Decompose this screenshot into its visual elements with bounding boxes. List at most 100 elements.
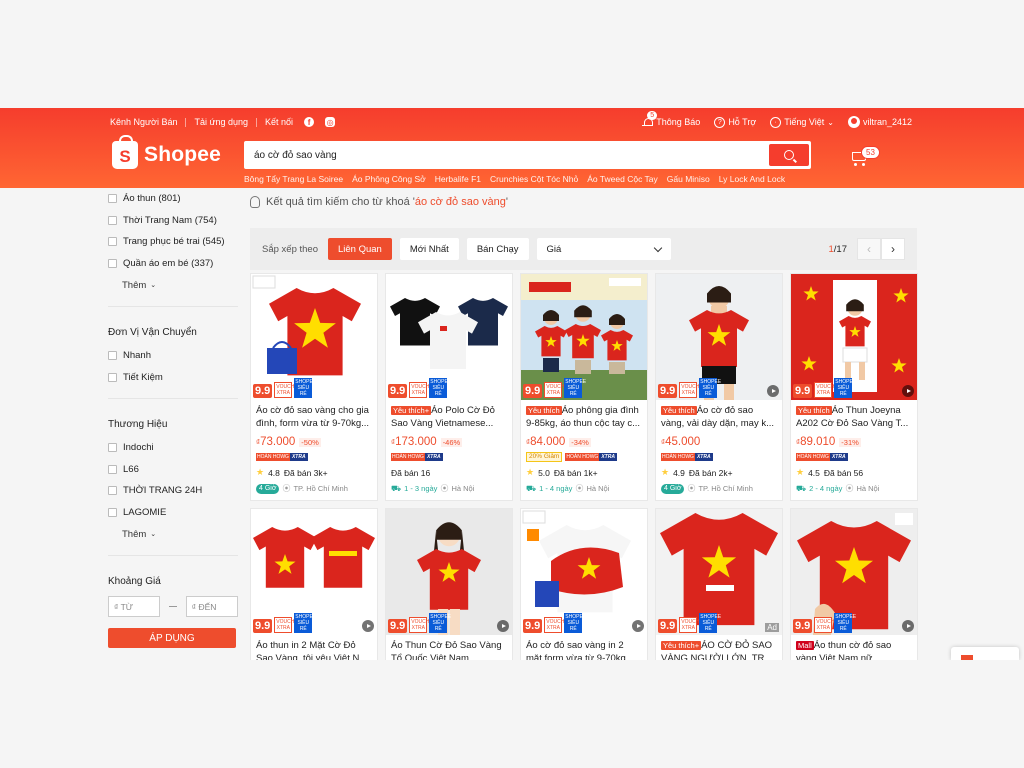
- product-image[interactable]: 9.9 VOUCHER XTRA SHOPEE SIÊU RẺ: [521, 509, 647, 635]
- lightbulb-icon: [250, 196, 260, 208]
- suggestion-link[interactable]: Herbalife F1: [435, 174, 481, 184]
- chat-button[interactable]: [951, 647, 1019, 660]
- support-link[interactable]: ? Hỗ Trợ: [714, 116, 756, 128]
- product-price: ₫84.000: [526, 436, 566, 448]
- location-pin-icon: ⦿: [687, 484, 696, 493]
- checkbox[interactable]: [108, 372, 117, 382]
- sort-bar: Sắp xếp theo Liên Quan Mới Nhất Bán Chạy…: [250, 228, 917, 270]
- sold-count: Đã bán 56: [823, 467, 864, 478]
- sort-relevance-button[interactable]: Liên Quan: [328, 238, 392, 260]
- divider: [108, 555, 238, 556]
- category-filter[interactable]: Trang phục bé trai (545): [108, 231, 238, 253]
- suggestion-link[interactable]: Gấu Miniso: [667, 174, 710, 184]
- product-image[interactable]: 9.9 VOUCHER XTRA SHOPEE SIÊU RẺ: [251, 509, 377, 635]
- product-title[interactable]: Yêu thích Áo phông gia đình 9-85kg, áo th…: [521, 400, 647, 434]
- product-image[interactable]: 9.9 VOUCHER XTRA SHOPEE SIÊU RẺ: [791, 274, 917, 400]
- price-row: ₫89.010 -31%: [791, 434, 917, 450]
- sort-bestselling-button[interactable]: Bán Chạy: [466, 238, 529, 260]
- product-image[interactable]: 9.9 VOUCHER XTRA SHOPEE SIÊU RẺ: [521, 274, 647, 400]
- play-icon[interactable]: [497, 620, 509, 632]
- price-min-input[interactable]: ₫ TỪ: [108, 596, 161, 617]
- checkbox[interactable]: [108, 194, 117, 204]
- play-icon[interactable]: [767, 385, 779, 397]
- price-range-heading: Khoảng Giá: [108, 575, 161, 587]
- location-row: 4 Giờ ⦿ TP. Hồ Chí Minh: [656, 481, 782, 496]
- category-filter[interactable]: Áo thun (801): [108, 188, 238, 210]
- product-card[interactable]: 9.9 VOUCHER XTRA SHOPEE SIÊU RẺ Yêu thích Áo …: [790, 273, 918, 501]
- suggestion-link[interactable]: Ly Lock And Lock: [719, 174, 785, 184]
- logo-text: Shopee: [144, 143, 222, 166]
- filter-label: Thời Trang Nam (754): [123, 214, 217, 226]
- user-menu[interactable]: viltran_2412: [847, 116, 912, 128]
- checkbox[interactable]: [108, 464, 117, 474]
- product-image[interactable]: 9.9 VOUCHER XTRA SHOPEE SIÊU RẺ Ad: [656, 509, 782, 635]
- checkbox[interactable]: [108, 215, 117, 225]
- brand-filter[interactable]: LAGOMIE: [108, 502, 238, 524]
- product-image[interactable]: 9.9 VOUCHER XTRA SHOPEE SIÊU RẺ: [251, 274, 377, 400]
- suggestion-link[interactable]: Crunchies Cột Tóc Nhỏ: [490, 174, 578, 184]
- suggestion-link[interactable]: Bông Tẩy Trang La Soiree: [244, 174, 343, 184]
- category-filter[interactable]: Thời Trang Nam (754): [108, 210, 238, 232]
- shipping-filter[interactable]: Tiết Kiệm: [108, 367, 238, 389]
- product-image[interactable]: 9.9 VOUCHER XTRA SHOPEE SIÊU RẺ: [386, 274, 512, 400]
- product-price: ₫45.000: [661, 436, 701, 448]
- result-prefix: Kết quả tìm kiếm cho từ khoá ': [266, 196, 415, 208]
- play-icon[interactable]: [632, 620, 644, 632]
- sale-99-badge: 9.9 VOUCHER XTRA SHOPEE SIÊU RẺ: [793, 378, 857, 398]
- facebook-icon[interactable]: f: [304, 117, 315, 127]
- checkbox[interactable]: [108, 443, 117, 453]
- product-card[interactable]: 9.9 VOUCHER XTRA SHOPEE SIÊU RẺ Yêu thích Áo …: [520, 273, 648, 501]
- product-title[interactable]: Yêu thích Áo cờ đỏ sao vàng, vải dày dặn,…: [656, 400, 782, 434]
- price-sort-select[interactable]: Giá: [536, 238, 671, 260]
- sort-newest-button[interactable]: Mới Nhất: [399, 238, 459, 260]
- brand-filter[interactable]: Indochi: [108, 437, 238, 459]
- seller-channel-link[interactable]: Kênh Người Bán: [110, 117, 177, 127]
- promo-badges: HOÀN HOWG XTRA: [251, 450, 377, 464]
- location: TP. Hồ Chí Minh: [293, 484, 348, 493]
- notifications-link[interactable]: 5 Thông Báo: [642, 110, 700, 128]
- more-label: Thêm: [122, 528, 147, 540]
- product-card[interactable]: 9.9 VOUCHER XTRA SHOPEE SIÊU RẺ Yêu thích+ Áo…: [385, 273, 513, 501]
- download-app-link[interactable]: Tải ứng dụng: [194, 117, 248, 127]
- product-card[interactable]: 9.9 VOUCHER XTRA SHOPEE SIÊU RẺ Áo cờ đỏ sao…: [250, 273, 378, 501]
- xtra-badge: HOÀN HOWG XTRA: [796, 453, 848, 461]
- star-icon: ★: [256, 467, 265, 477]
- product-title[interactable]: Yêu thích+ Áo Polo Cờ Đỏ Sao Vàng Vietnam…: [386, 400, 512, 434]
- product-title[interactable]: Áo cờ đỏ sao vàng cho gia đình, form vừa…: [251, 400, 377, 434]
- filter-label: Indochi: [123, 442, 154, 454]
- more-categories-button[interactable]: Thêm ⌄: [122, 274, 238, 296]
- checkbox[interactable]: [108, 507, 117, 517]
- play-icon[interactable]: [902, 620, 914, 632]
- language-selector[interactable]: · Tiếng Việt ⌄: [770, 116, 834, 128]
- delivery-time: 1 - 3 ngày: [404, 484, 438, 493]
- checkbox[interactable]: [108, 486, 117, 496]
- suggestion-link[interactable]: Áo Phông Công Sở: [352, 174, 426, 184]
- checkbox[interactable]: [108, 258, 117, 268]
- product-card[interactable]: 9.9 VOUCHER XTRA SHOPEE SIÊU RẺ Yêu thích Áo …: [655, 273, 783, 501]
- product-title[interactable]: Yêu thích Áo Thun Joeyna A202 Cờ Đỏ Sao V…: [791, 400, 917, 434]
- play-icon[interactable]: [902, 385, 914, 397]
- suggestion-link[interactable]: Áo Tweed Cộc Tay: [587, 174, 658, 184]
- shipping-filter[interactable]: Nhanh: [108, 345, 238, 367]
- product-image[interactable]: 9.9 VOUCHER XTRA SHOPEE SIÊU RẺ: [386, 509, 512, 635]
- price-max-input[interactable]: ₫ ĐẾN: [185, 596, 238, 617]
- category-filter[interactable]: Quần áo em bé (337): [108, 253, 238, 275]
- prev-page-button[interactable]: ‹: [857, 238, 881, 260]
- search-input[interactable]: [246, 149, 769, 161]
- instagram-icon[interactable]: ◎: [325, 117, 336, 127]
- brand-filter[interactable]: THỜI TRANG 24H: [108, 480, 238, 502]
- ad-tag: Ad: [765, 623, 779, 632]
- more-brands-button[interactable]: Thêm ⌄: [122, 523, 238, 545]
- shopee-logo[interactable]: S Shopee: [112, 135, 222, 169]
- search-button[interactable]: [769, 144, 809, 166]
- checkbox[interactable]: [108, 237, 117, 247]
- play-icon[interactable]: [362, 620, 374, 632]
- fast-delivery-badge: 4 Giờ: [661, 483, 685, 494]
- brand-filter[interactable]: L66: [108, 459, 238, 481]
- product-image[interactable]: 9.9 VOUCHER XTRA SHOPEE SIÊU RẺ: [656, 274, 782, 400]
- chevron-down-icon: [653, 243, 662, 252]
- apply-button[interactable]: ÁP DỤNG: [108, 628, 236, 648]
- checkbox[interactable]: [108, 351, 117, 361]
- product-image[interactable]: 9.9 VOUCHER XTRA SHOPEE SIÊU RẺ: [791, 509, 917, 635]
- next-page-button[interactable]: ›: [881, 238, 905, 260]
